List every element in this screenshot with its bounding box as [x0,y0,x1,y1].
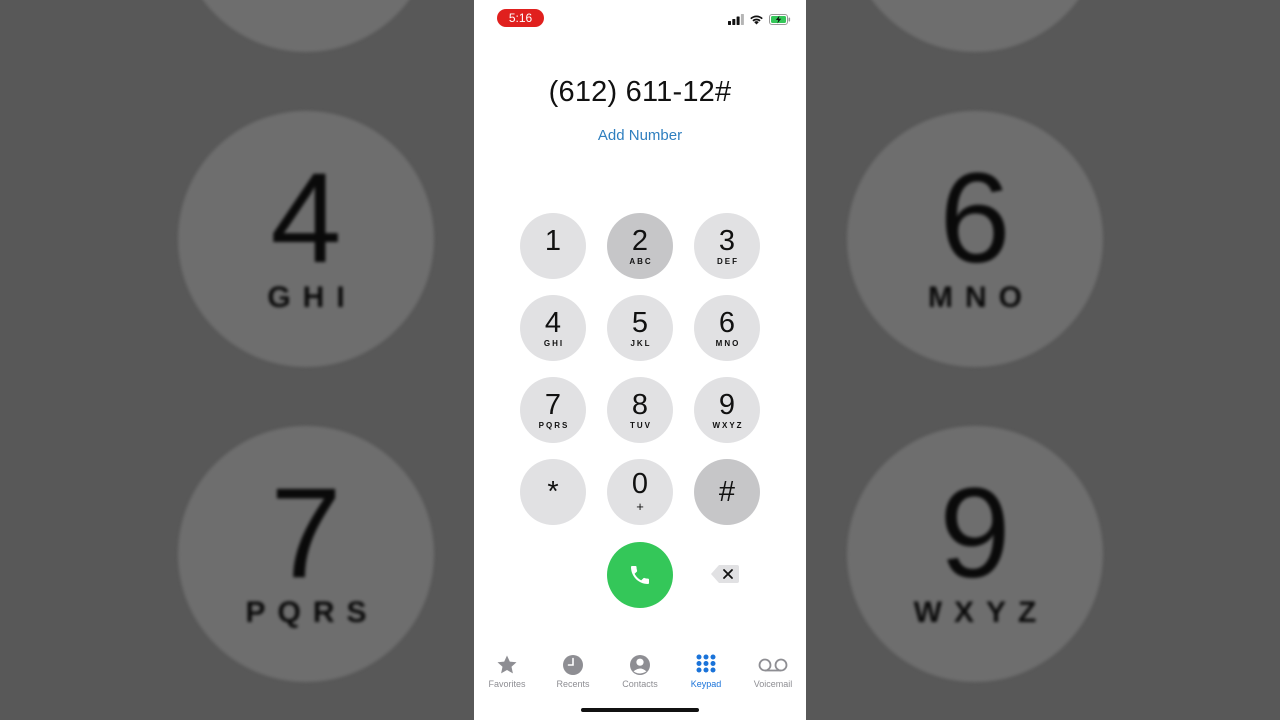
key-digit: 2 [631,225,649,257]
key-letters: TUV [630,421,652,430]
clock-icon [563,655,583,675]
background-zoom-key-top-right [847,0,1103,52]
key-letters: JKL [630,339,652,348]
background-zoom-key-6: 6 MNO [847,111,1103,367]
key-letters: DEF [717,257,739,266]
tab-favorites[interactable]: Favorites [474,648,540,694]
tab-label: Favorites [488,679,526,689]
tab-contacts[interactable]: Contacts [607,648,673,694]
tab-keypad[interactable]: Keypad [673,648,739,694]
background-zoom-letters: GHI [267,281,357,314]
key-letters: MNO [715,339,741,348]
tab-bar: Favorites Recents Contacts Keypad Voicem… [474,648,806,696]
key-letters: + [636,499,644,514]
add-number-link[interactable]: Add Number [474,127,806,144]
status-bar: 5:16 [474,0,806,36]
key-digit: 9 [718,389,736,421]
home-indicator[interactable] [581,708,699,712]
keypad-key-3[interactable]: 3 DEF [694,213,760,279]
key-digit: 0 [631,468,649,500]
keypad-key-1[interactable]: 1 [520,213,586,279]
background-zoom-key-9: 9 WXYZ [847,426,1103,682]
delete-backspace-icon [711,565,739,583]
delete-button[interactable] [710,564,740,584]
dialed-number: (612) 611-12# [548,76,732,108]
key-letters: WXYZ [712,421,744,430]
star-icon [497,655,517,674]
key-letters: GHI [543,339,565,348]
background-zoom-key-top-left [178,0,434,52]
keypad-key-6[interactable]: 6 MNO [694,295,760,361]
call-button[interactable] [607,542,673,608]
key-digit: * [547,476,559,508]
keypad-key-9[interactable]: 9 WXYZ [694,377,760,443]
tab-label: Keypad [690,679,722,689]
voicemail-icon [758,658,788,672]
cellular-signal-icon [728,13,744,25]
keypad-key-star[interactable]: * [520,459,586,525]
tab-label: Voicemail [753,679,793,689]
wifi-icon [750,15,763,24]
phone-icon [631,566,649,584]
key-digit: 1 [544,225,562,257]
key-digit: 6 [718,307,736,339]
tab-label: Contacts [622,679,658,689]
keypad-key-4[interactable]: 4 GHI [520,295,586,361]
keypad-key-8[interactable]: 8 TUV [607,377,673,443]
key-letters: PQRS [538,421,570,430]
phone-screen: 5:16 (612) 611-12# Add Number 1 2 ABC 3 … [474,0,806,720]
battery-charging-icon [769,13,791,25]
key-digit: # [718,476,736,508]
background-zoom-letters: MNO [928,281,1034,314]
background-zoom-key-4: 4 GHI [178,111,434,367]
key-digit: 7 [544,389,562,421]
keypad-grid-icon [696,654,716,673]
key-digit: 5 [631,307,649,339]
background-zoom-digit: 7 [270,462,342,605]
person-circle-icon [630,655,650,675]
status-icons [728,13,791,25]
tab-label: Recents [556,679,590,689]
keypad-key-0[interactable]: 0 + [607,459,673,525]
background-zoom-digit: 4 [270,147,342,290]
tab-voicemail[interactable]: Voicemail [740,648,806,694]
key-letters: ABC [629,257,653,266]
keypad-key-5[interactable]: 5 JKL [607,295,673,361]
keypad-key-2[interactable]: 2 ABC [607,213,673,279]
key-digit: 3 [718,225,736,257]
keypad-key-hash[interactable]: # [694,459,760,525]
background-zoom-letters: WXYZ [913,596,1049,629]
keypad-key-7[interactable]: 7 PQRS [520,377,586,443]
background-zoom-key-7: 7 PQRS [178,426,434,682]
key-digit: 4 [544,307,562,339]
background-zoom-letters: PQRS [245,596,379,629]
key-digit: 8 [631,389,649,421]
status-time[interactable]: 5:16 [497,9,544,27]
video-frame: 4 GHI 6 MNO 7 PQRS 9 WXYZ 5:16 (612) 611… [0,0,1280,720]
background-zoom-digit: 6 [939,147,1011,290]
tab-recents[interactable]: Recents [540,648,606,694]
background-zoom-digit: 9 [939,462,1011,605]
